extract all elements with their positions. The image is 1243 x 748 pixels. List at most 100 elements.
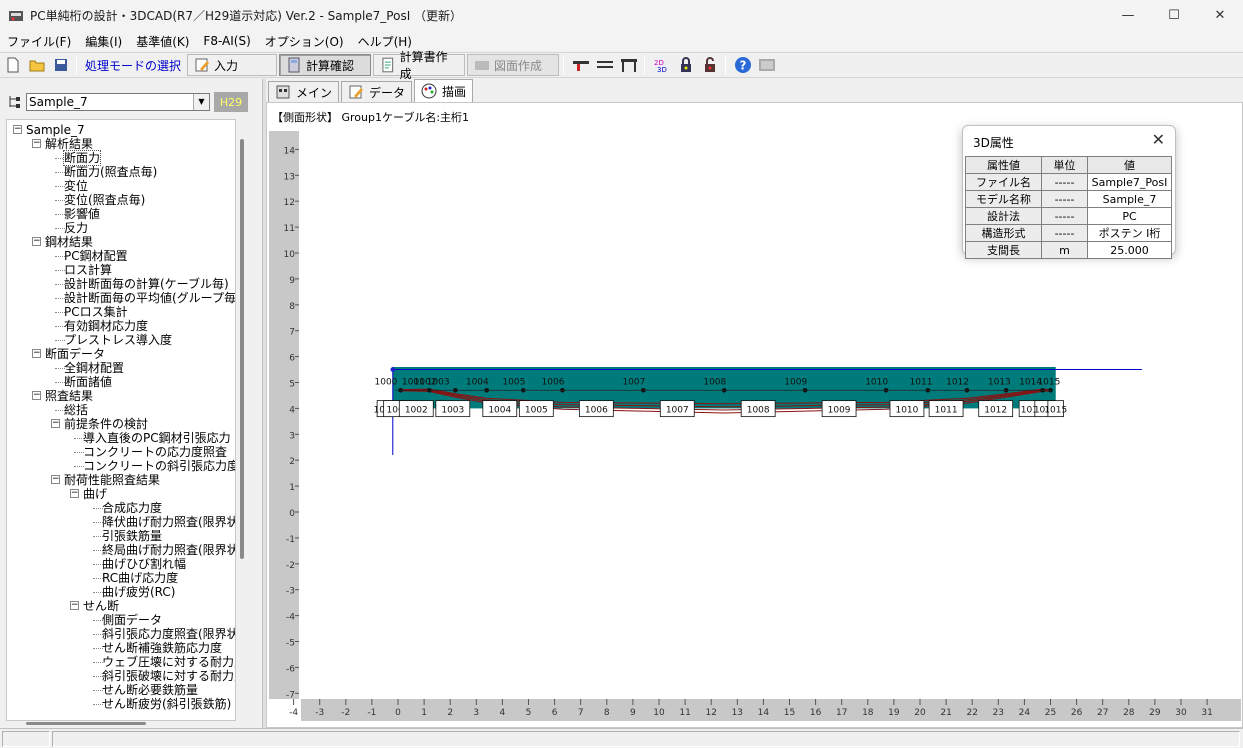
tree-item[interactable]: ロス計算 — [64, 263, 112, 277]
tree-item[interactable]: 耐荷性能照査結果 — [64, 473, 160, 487]
menu-file[interactable]: ファイル(F) — [0, 33, 78, 50]
info-window-icon[interactable] — [756, 54, 778, 76]
model-select[interactable]: Sample_7 ▼ — [26, 93, 210, 111]
save-icon[interactable] — [50, 54, 72, 76]
tree-item[interactable]: 降伏曲げ耐力照査(限界状 — [102, 515, 235, 529]
tree-item[interactable]: 引張鉄筋量 — [102, 529, 162, 543]
tree-item[interactable]: 総括 — [64, 403, 88, 417]
tree-item[interactable]: 合成応力度 — [102, 501, 162, 515]
tree-item[interactable]: 全鋼材配置 — [64, 361, 124, 375]
tree-item[interactable]: 変位 — [64, 179, 88, 193]
unlock-icon[interactable] — [699, 54, 721, 76]
scrollbar-thumb[interactable] — [26, 722, 146, 725]
tree-item[interactable]: RC曲げ応力度 — [102, 571, 178, 585]
menu-edit[interactable]: 編集(I) — [78, 33, 129, 50]
chevron-down-icon[interactable]: ▼ — [193, 94, 209, 110]
tree-item[interactable]: 前提条件の検討 — [64, 417, 148, 431]
tree-item[interactable]: 反力 — [64, 221, 88, 235]
input-mode-button[interactable]: 入力 — [187, 54, 278, 76]
beam-section-icon[interactable] — [594, 54, 616, 76]
menu-f8-ai[interactable]: F8-AI(S) — [196, 34, 257, 48]
tree-item[interactable]: PC鋼材配置 — [64, 249, 128, 263]
tree-expander-icon[interactable]: − — [70, 489, 79, 498]
tree-item[interactable]: 有効鋼材応力度 — [64, 319, 148, 333]
x-tick-label: 9 — [630, 708, 636, 718]
tree-item[interactable]: 斜引張破壊に対する耐力照 — [102, 669, 235, 683]
close-icon[interactable]: ✕ — [1152, 130, 1165, 149]
tree-expander-icon[interactable]: − — [32, 139, 41, 148]
close-button[interactable]: ✕ — [1197, 0, 1243, 31]
tree-item[interactable]: 曲げ疲労(RC) — [102, 585, 175, 599]
x-tick-label: 11 — [679, 708, 690, 718]
tree-item[interactable]: 鋼材結果 — [45, 235, 93, 249]
x-tick-label: 8 — [604, 708, 610, 718]
tree-item[interactable]: ウェブ圧壊に対する耐力照 — [102, 655, 235, 669]
x-tick-label: 13 — [732, 708, 743, 718]
node-box-label: 1012 — [984, 406, 1007, 416]
maximize-button[interactable]: ☐ — [1151, 0, 1197, 31]
tree-expander-icon[interactable]: − — [32, 349, 41, 358]
edit-icon — [195, 58, 210, 72]
tree-item[interactable]: PCロス集計 — [64, 305, 128, 319]
tree-expander-icon[interactable]: − — [32, 237, 41, 246]
tree-item[interactable]: 影響値 — [64, 207, 100, 221]
tree-expander-icon[interactable]: − — [51, 419, 60, 428]
drawing-create-button[interactable]: 図面作成 — [467, 54, 560, 76]
tree-item[interactable]: 設計断面毎の計算(ケーブル毎) — [64, 277, 229, 291]
attr-key: モデル名称 — [965, 190, 1042, 208]
frame-icon[interactable] — [618, 54, 640, 76]
attr-value: Sample7_PosI — [1087, 173, 1172, 191]
tree-item[interactable]: 断面力 — [62, 150, 102, 166]
tree-item[interactable]: 照査結果 — [45, 389, 93, 403]
tree-item[interactable]: 断面諸値 — [64, 375, 112, 389]
tree-item[interactable]: 設計断面毎の平均値(グループ毎 — [64, 291, 235, 305]
tab-drawing[interactable]: 描画 — [414, 79, 474, 102]
x-tick-label: 4 — [500, 708, 506, 718]
scrollbar-thumb[interactable] — [240, 139, 244, 559]
help-icon[interactable]: ? — [732, 54, 754, 76]
attr-key: ファイル名 — [965, 173, 1042, 191]
minimize-button[interactable]: — — [1105, 0, 1151, 31]
tree-item[interactable]: Sample_7 — [26, 123, 85, 137]
beam-side-icon[interactable] — [570, 54, 592, 76]
lock-icon[interactable] — [675, 54, 697, 76]
calc-check-button[interactable]: 計算確認 — [279, 54, 372, 76]
tree-item[interactable]: 斜引張応力度照査(限界状 — [102, 627, 235, 641]
tree-item[interactable]: 導入直後のPC鋼材引張応力 — [83, 431, 231, 445]
tree-item[interactable]: 変位(照査点毎) — [64, 193, 145, 207]
tree-expander-icon[interactable]: − — [32, 391, 41, 400]
tree-expander-icon[interactable]: − — [51, 475, 60, 484]
tree-expander-icon[interactable]: − — [13, 125, 22, 134]
menu-help[interactable]: ヘルプ(H) — [351, 33, 419, 50]
tab-data[interactable]: データ — [341, 81, 413, 102]
tree-item[interactable]: 曲げ — [83, 487, 107, 501]
tree-item[interactable]: せん断 — [83, 599, 119, 613]
tree-item[interactable]: コンクリートの応力度照査 — [83, 445, 227, 459]
attr-key: 設計法 — [965, 207, 1042, 225]
x-tick-label: 6 — [552, 708, 558, 718]
tree-expander-icon[interactable]: − — [70, 601, 79, 610]
tree-item[interactable]: 解析結果 — [45, 137, 93, 151]
tree-item[interactable]: コンクリートの斜引張応力度照 — [83, 459, 235, 473]
tree-item[interactable]: プレストレス導入度 — [64, 333, 172, 347]
open-folder-icon[interactable] — [26, 54, 48, 76]
attr-key: 支間長 — [965, 241, 1042, 259]
tree-horizontal-scrollbar[interactable] — [6, 721, 249, 727]
tree-item[interactable]: 終局曲げ耐力照査(限界状 — [102, 543, 235, 557]
tree-item[interactable]: せん断必要鉄筋量 — [102, 683, 198, 697]
window-title: PC単純桁の設計・3DCAD(R7／H29道示対応) Ver.2 - Sampl… — [30, 9, 463, 23]
tree-item[interactable]: 断面力(照査点毎) — [64, 165, 157, 179]
menu-options[interactable]: オプション(O) — [258, 33, 351, 50]
tree-item[interactable]: 断面データ — [45, 347, 105, 361]
tree-item[interactable]: 曲げひび割れ幅 — [102, 557, 186, 571]
3d-view-icon[interactable]: 2D 3D — [651, 54, 673, 76]
tree-vertical-scrollbar[interactable] — [236, 119, 249, 721]
tree-item[interactable]: 側面データ — [102, 613, 162, 627]
y-tick-label: -3 — [286, 587, 295, 597]
new-file-icon[interactable] — [2, 54, 24, 76]
report-create-button[interactable]: 計算書作成 — [373, 50, 466, 81]
menu-standard[interactable]: 基準値(K) — [129, 33, 196, 50]
tree-item[interactable]: せん断補強鉄筋応力度 — [102, 641, 222, 655]
tab-main[interactable]: メイン — [268, 81, 340, 102]
tree-item[interactable]: せん断疲労(斜引張鉄筋) — [102, 697, 231, 711]
